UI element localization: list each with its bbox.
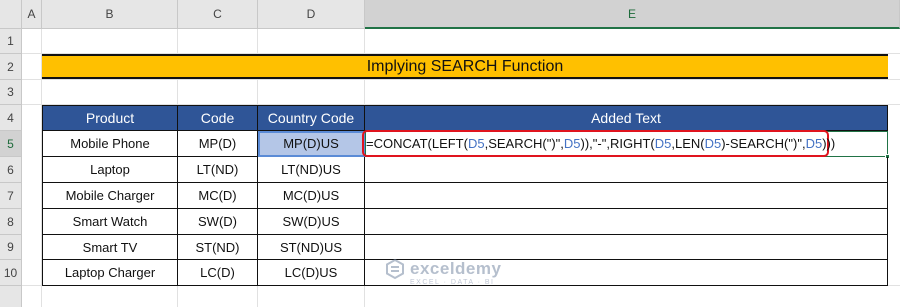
cell-product[interactable]: Laptop Charger — [43, 260, 178, 286]
formula-part: ))) — [822, 136, 836, 151]
title-text: Implying SEARCH Function — [366, 57, 564, 75]
formula-ref: D5 — [563, 136, 581, 151]
column-header-c[interactable]: C — [178, 0, 258, 29]
select-all-corner[interactable] — [0, 0, 22, 29]
cell-product[interactable]: Mobile Phone — [43, 131, 178, 157]
cell-product[interactable]: Mobile Charger — [43, 183, 178, 209]
cell-added-text[interactable] — [365, 157, 888, 183]
cell-product[interactable]: Smart Watch — [43, 209, 178, 235]
row-header-11-partial — [0, 286, 22, 307]
formula-part: ,LEN( — [671, 136, 705, 151]
row-header-10[interactable]: 10 — [0, 260, 22, 286]
formula-part: =CONCAT(LEFT( — [366, 136, 468, 151]
formula-ref: D5 — [704, 136, 722, 151]
row-header-1[interactable]: 1 — [0, 29, 22, 54]
header-country-code[interactable]: Country Code — [258, 106, 365, 131]
formula-ref: D5 — [467, 136, 485, 151]
cell-country-code[interactable]: LC(D)US — [258, 260, 365, 286]
header-added-text[interactable]: Added Text — [365, 106, 888, 131]
header-code[interactable]: Code — [178, 106, 258, 131]
formula-part: ,SEARCH(")", — [484, 136, 564, 151]
cell-code[interactable]: LC(D) — [178, 260, 258, 286]
gridline — [22, 79, 900, 80]
cell-added-text[interactable] — [365, 183, 888, 209]
cell-country-code[interactable]: MC(D)US — [258, 183, 365, 209]
logo-tagline: EXCEL · DATA · BI — [410, 279, 495, 286]
row-header-9[interactable]: 9 — [0, 235, 22, 260]
column-header-e[interactable]: E — [365, 0, 900, 29]
row-header-2[interactable]: 2 — [0, 54, 22, 80]
cell-country-code[interactable]: ST(ND)US — [258, 235, 365, 260]
row-header-3[interactable]: 3 — [0, 80, 22, 105]
exceldemy-logo-icon — [386, 258, 404, 280]
row-header-7[interactable]: 7 — [0, 183, 22, 209]
row-header-8[interactable]: 8 — [0, 209, 22, 235]
cell-code[interactable]: MP(D) — [178, 131, 258, 157]
cell-product[interactable]: Laptop — [43, 157, 178, 183]
exceldemy-logo: exceldemy EXCEL · DATA · BI — [384, 258, 502, 286]
formula-part: )-SEARCH(")", — [721, 136, 806, 151]
cell-country-code[interactable]: SW(D)US — [258, 209, 365, 235]
formula-ref: D5 — [805, 136, 823, 151]
formula-part: )),"-",RIGHT( — [580, 136, 655, 151]
formula-editor[interactable]: =CONCAT(LEFT(D5 ,SEARCH(")", D5)),"-",RIGH… — [362, 130, 835, 157]
page-title[interactable]: Implying SEARCH Function — [42, 54, 888, 79]
cell-country-code-selected[interactable]: MP(D)US — [258, 131, 365, 157]
column-header-b[interactable]: B — [42, 0, 178, 29]
cell-code[interactable]: MC(D) — [178, 183, 258, 209]
header-product[interactable]: Product — [43, 106, 178, 131]
logo-name: exceldemy — [410, 259, 502, 278]
formula-ref: D5 — [654, 136, 672, 151]
row-header-6[interactable]: 6 — [0, 157, 22, 183]
row-header-4[interactable]: 4 — [0, 105, 22, 131]
cell-code[interactable]: LT(ND) — [178, 157, 258, 183]
row-header-5[interactable]: 5 — [0, 131, 22, 157]
cell-country-code[interactable]: LT(ND)US — [258, 157, 365, 183]
cell-code[interactable]: SW(D) — [178, 209, 258, 235]
cell-product[interactable]: Smart TV — [43, 235, 178, 260]
cell-added-text[interactable] — [365, 209, 888, 235]
cell-code[interactable]: ST(ND) — [178, 235, 258, 260]
column-header-a[interactable]: A — [22, 0, 42, 29]
column-header-d[interactable]: D — [258, 0, 365, 29]
cell-added-text[interactable] — [365, 235, 888, 260]
